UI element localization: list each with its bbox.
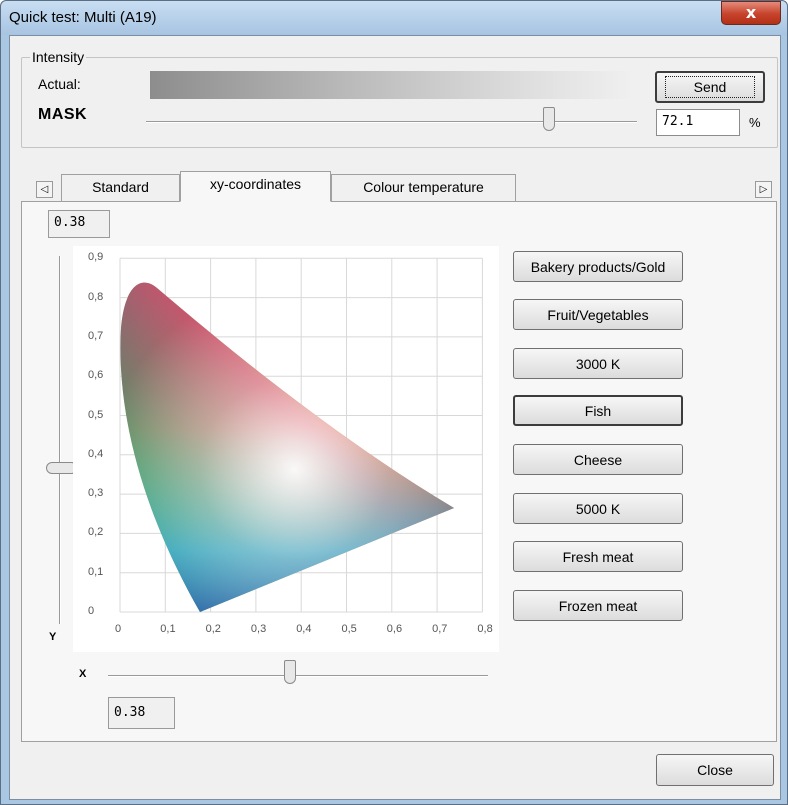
tab-standard-label: Standard [92,179,149,195]
y-tick-label: 0,2 [88,526,104,539]
preset-5000k-button[interactable]: 5000 K [513,493,683,524]
preset-fish-button[interactable]: Fish [513,395,683,426]
spectral-locus-fill [120,282,454,612]
tab-xy-coordinates-label: xy-coordinates [209,176,302,192]
preset-fruit-vegetables-button[interactable]: Fruit/Vegetables [513,299,683,330]
intensity-unit: % [749,115,761,130]
close-button[interactable]: Close [656,754,774,786]
actual-intensity-bar [150,71,634,99]
preset-cheese-button[interactable]: Cheese [513,444,683,475]
window-close-icon[interactable]: x [721,1,781,25]
window-title: Quick test: Multi (A19) [9,9,157,26]
y-slider-thumb[interactable] [46,462,74,474]
mask-label: MASK [38,106,88,123]
x-slider-track[interactable] [108,675,488,677]
preset-frozen-meat-button[interactable]: Frozen meat [513,590,683,621]
intensity-group-label: Intensity [30,49,87,65]
intensity-value-field[interactable]: 72.1 [656,109,740,136]
x-tick-label: 0,6 [386,623,403,635]
y-tick-label: 0 [88,605,95,617]
chromaticity-diagram[interactable] [73,246,499,652]
x-tick-label: 0,3 [250,623,267,635]
x-tick-label: 0,8 [477,623,493,635]
x-tick-label: 0,1 [160,623,176,635]
y-tick-label: 0,7 [88,329,104,342]
tab-colour-temperature-label: Colour temperature [363,179,484,195]
x-slider-thumb[interactable] [284,660,296,684]
tab-scroll-left-icon[interactable]: ◁ [36,181,53,198]
y-value-field: 0.38 [48,210,110,238]
x-tick-label: 0,5 [341,623,357,635]
mask-slider-track[interactable] [146,121,637,123]
send-button[interactable]: Send [655,71,765,103]
actual-label: Actual: [38,76,81,92]
x-tick-label: 0,2 [205,623,221,635]
x-axis-label: X [79,668,87,680]
preset-3000k-button[interactable]: 3000 K [513,348,683,379]
y-slider-track[interactable] [59,256,61,624]
y-tick-label: 0,3 [88,487,104,500]
x-tick-label: 0,4 [296,623,312,635]
preset-bakery-gold-button[interactable]: Bakery products/Gold [513,251,683,282]
y-tick-label: 0,4 [88,447,104,460]
send-button-label: Send [664,76,756,98]
y-tick-label: 0,1 [88,565,104,578]
y-tick-label: 0,5 [88,408,104,421]
cie-chart-svg[interactable] [73,246,499,652]
mask-slider-thumb[interactable] [543,107,555,131]
tab-standard[interactable]: Standard [61,174,180,201]
tab-scroll-right-icon[interactable]: ▷ [755,181,772,198]
x-value-field: 0.38 [108,697,175,729]
tab-colour-temperature[interactable]: Colour temperature [331,174,516,201]
y-tick-label: 0,8 [88,290,104,303]
x-tick-label: 0 [115,623,122,635]
title-bar[interactable]: Quick test: Multi (A19) x [1,1,787,35]
preset-fresh-meat-button[interactable]: Fresh meat [513,541,683,572]
x-tick-label: 0,7 [432,623,448,635]
tab-xy-coordinates[interactable]: xy-coordinates [180,171,331,202]
y-tick-label: 0,6 [88,369,104,382]
y-axis-label: Y [49,631,57,643]
y-tick-label: 0,9 [88,251,104,264]
